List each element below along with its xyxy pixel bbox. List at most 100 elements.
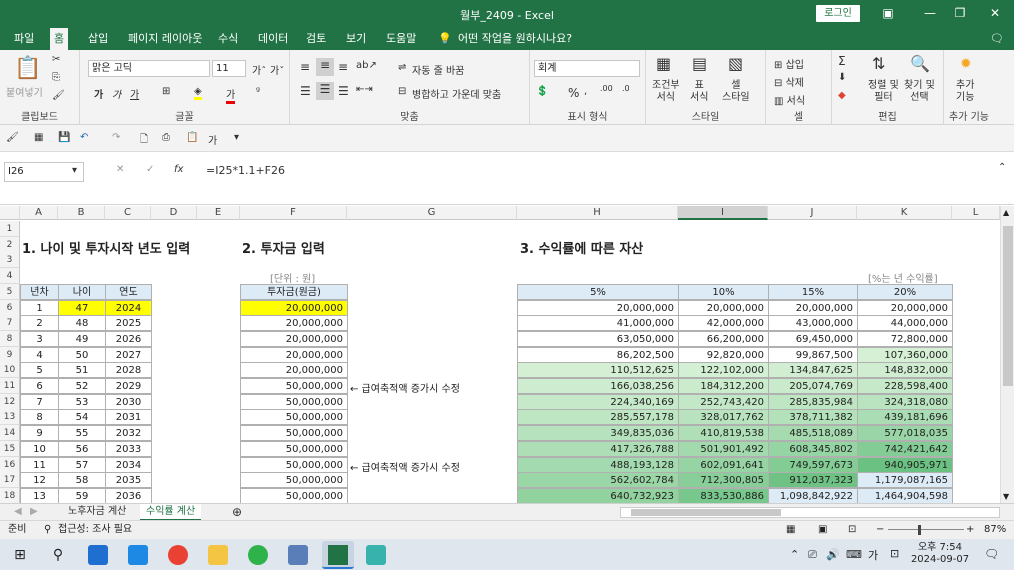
accessibility-status[interactable]: 접근성: 조사 필요: [58, 521, 132, 539]
table3-cell[interactable]: 833,530,886: [678, 488, 769, 503]
excel-taskbar-button[interactable]: [322, 541, 354, 569]
next-sheet-icon[interactable]: ▶: [24, 504, 44, 521]
sort-filter-button[interactable]: 정렬 및 필터: [868, 80, 899, 104]
table3-cell[interactable]: 378,711,382: [768, 409, 858, 425]
row-header[interactable]: 11: [0, 378, 20, 394]
shrink-font-icon[interactable]: 가ˇ: [270, 62, 284, 77]
row-header[interactable]: 16: [0, 457, 20, 473]
table1-cell[interactable]: 2033: [105, 441, 152, 457]
table3-cell[interactable]: 749,597,673: [768, 457, 858, 473]
cut-icon[interactable]: ✂: [52, 54, 60, 65]
undo-icon[interactable]: ↶: [80, 132, 88, 143]
table1-cell[interactable]: 52: [58, 378, 106, 394]
table3-cell[interactable]: 44,000,000: [857, 315, 953, 331]
row-header[interactable]: 15: [0, 441, 20, 457]
table2-cell[interactable]: 20,000,000: [240, 362, 348, 378]
select-all-corner[interactable]: [0, 206, 20, 220]
table2-header[interactable]: 투자금(원금): [240, 284, 348, 300]
customize-qat-icon[interactable]: ▾: [234, 132, 239, 143]
page-break-view-icon[interactable]: ⊡: [848, 521, 856, 539]
table1-cell[interactable]: 3: [20, 331, 59, 347]
orientation-icon[interactable]: ab↗: [356, 60, 377, 71]
comma-icon[interactable]: ,: [584, 86, 587, 97]
column-header[interactable]: A: [20, 206, 58, 220]
table3-cell[interactable]: 712,300,805: [678, 472, 769, 488]
comment-icon[interactable]: 🗨: [986, 27, 1008, 50]
column-header[interactable]: E: [197, 206, 240, 220]
table3-cell[interactable]: 69,450,000: [768, 331, 858, 347]
table3-cell[interactable]: 134,847,625: [768, 362, 858, 378]
security-shield-icon[interactable]: [288, 545, 308, 565]
column-header[interactable]: B: [58, 206, 105, 220]
insert-cells-button[interactable]: ⊞ 삽입: [774, 56, 804, 71]
underline-button[interactable]: 가: [130, 86, 139, 101]
row-header[interactable]: 12: [0, 394, 20, 410]
table3-cell[interactable]: 42,000,000: [678, 315, 769, 331]
table3-cell[interactable]: 349,835,036: [517, 425, 679, 441]
tab-view[interactable]: 보기: [342, 27, 370, 50]
table3-cell[interactable]: 501,901,492: [678, 441, 769, 457]
formula-input[interactable]: =I25*1.1+F26: [206, 164, 285, 177]
addins-icon[interactable]: ✹: [960, 56, 972, 72]
chrome-icon[interactable]: [168, 545, 188, 565]
paste-icon[interactable]: 📋: [14, 56, 41, 81]
format-painter-icon[interactable]: 🖌: [52, 90, 65, 101]
row-header[interactable]: 9: [0, 347, 20, 363]
merge-icon[interactable]: ⊟: [398, 86, 406, 97]
italic-button[interactable]: 가: [112, 86, 121, 101]
font-small-icon[interactable]: 가: [208, 132, 217, 147]
tab-home[interactable]: 홈: [50, 28, 69, 50]
tell-me-search[interactable]: 어떤 작업을 원하시나요?: [454, 27, 576, 50]
windows-start-icon[interactable]: ⊞: [10, 545, 30, 565]
table1-cell[interactable]: 48: [58, 315, 106, 331]
table3-cell[interactable]: 410,819,538: [678, 425, 769, 441]
row-header[interactable]: 18: [0, 488, 20, 503]
table3-cell[interactable]: 439,181,696: [857, 409, 953, 425]
table1-cell[interactable]: 10: [20, 441, 59, 457]
table3-cell[interactable]: 99,867,500: [768, 347, 858, 363]
table1-cell[interactable]: 55: [58, 425, 106, 441]
table2-cell[interactable]: 50,000,000: [240, 488, 348, 503]
column-header[interactable]: F: [240, 206, 347, 220]
align-middle-icon[interactable]: ≡: [316, 58, 334, 76]
row-header[interactable]: 1: [0, 221, 20, 237]
table3-cell[interactable]: 43,000,000: [768, 315, 858, 331]
table1-cell[interactable]: 49: [58, 331, 106, 347]
decrease-decimal-icon[interactable]: .0: [622, 84, 630, 93]
horizontal-scroll-thumb[interactable]: [631, 509, 781, 516]
wrap-text-icon[interactable]: ⇌: [398, 62, 406, 73]
table1-cell[interactable]: 2030: [105, 394, 152, 410]
sort-filter-icon[interactable]: ⇅: [872, 54, 885, 73]
table1-cell[interactable]: 8: [20, 409, 59, 425]
clear-icon[interactable]: ◆: [838, 90, 846, 101]
font-color-icon[interactable]: 가: [226, 86, 236, 104]
tray-chevron-icon[interactable]: ⌃: [790, 548, 799, 561]
find-select-button[interactable]: 찾기 및 선택: [904, 80, 935, 104]
row-header[interactable]: 10: [0, 362, 20, 378]
table1-cell[interactable]: 2: [20, 315, 59, 331]
table3-cell[interactable]: 1,098,842,922: [768, 488, 858, 503]
phonetic-icon[interactable]: ᵍ: [256, 86, 260, 97]
align-top-icon[interactable]: ≡: [300, 60, 310, 74]
font-name-select[interactable]: 맑은 고딕: [88, 60, 210, 77]
file-explorer-icon[interactable]: [208, 545, 228, 565]
table1-cell[interactable]: 5: [20, 362, 59, 378]
merge-center-button[interactable]: 병합하고 가운데 맞춤: [412, 86, 501, 101]
table1-cell[interactable]: 47: [58, 300, 106, 316]
brush-icon[interactable]: 🖌: [6, 132, 19, 143]
form-icon[interactable]: ▦: [34, 132, 43, 143]
table1-cell[interactable]: 54: [58, 409, 106, 425]
table1-cell[interactable]: 56: [58, 441, 106, 457]
percent-button[interactable]: %: [568, 86, 579, 100]
table2-cell[interactable]: 20,000,000: [240, 347, 348, 363]
table2-cell[interactable]: 50,000,000: [240, 457, 348, 473]
table1-cell[interactable]: 2034: [105, 457, 152, 473]
tab-data[interactable]: 데이터: [254, 27, 292, 50]
wrap-text-button[interactable]: 자동 줄 바꿈: [412, 62, 464, 77]
table3-cell[interactable]: 1,179,087,165: [857, 472, 953, 488]
table3-cell[interactable]: 92,820,000: [678, 347, 769, 363]
table1-cell[interactable]: 2024: [105, 300, 152, 316]
autosum-icon[interactable]: Σ: [838, 54, 846, 68]
table3-header[interactable]: 5%: [517, 284, 679, 300]
zoom-level[interactable]: 87%: [984, 521, 1006, 539]
